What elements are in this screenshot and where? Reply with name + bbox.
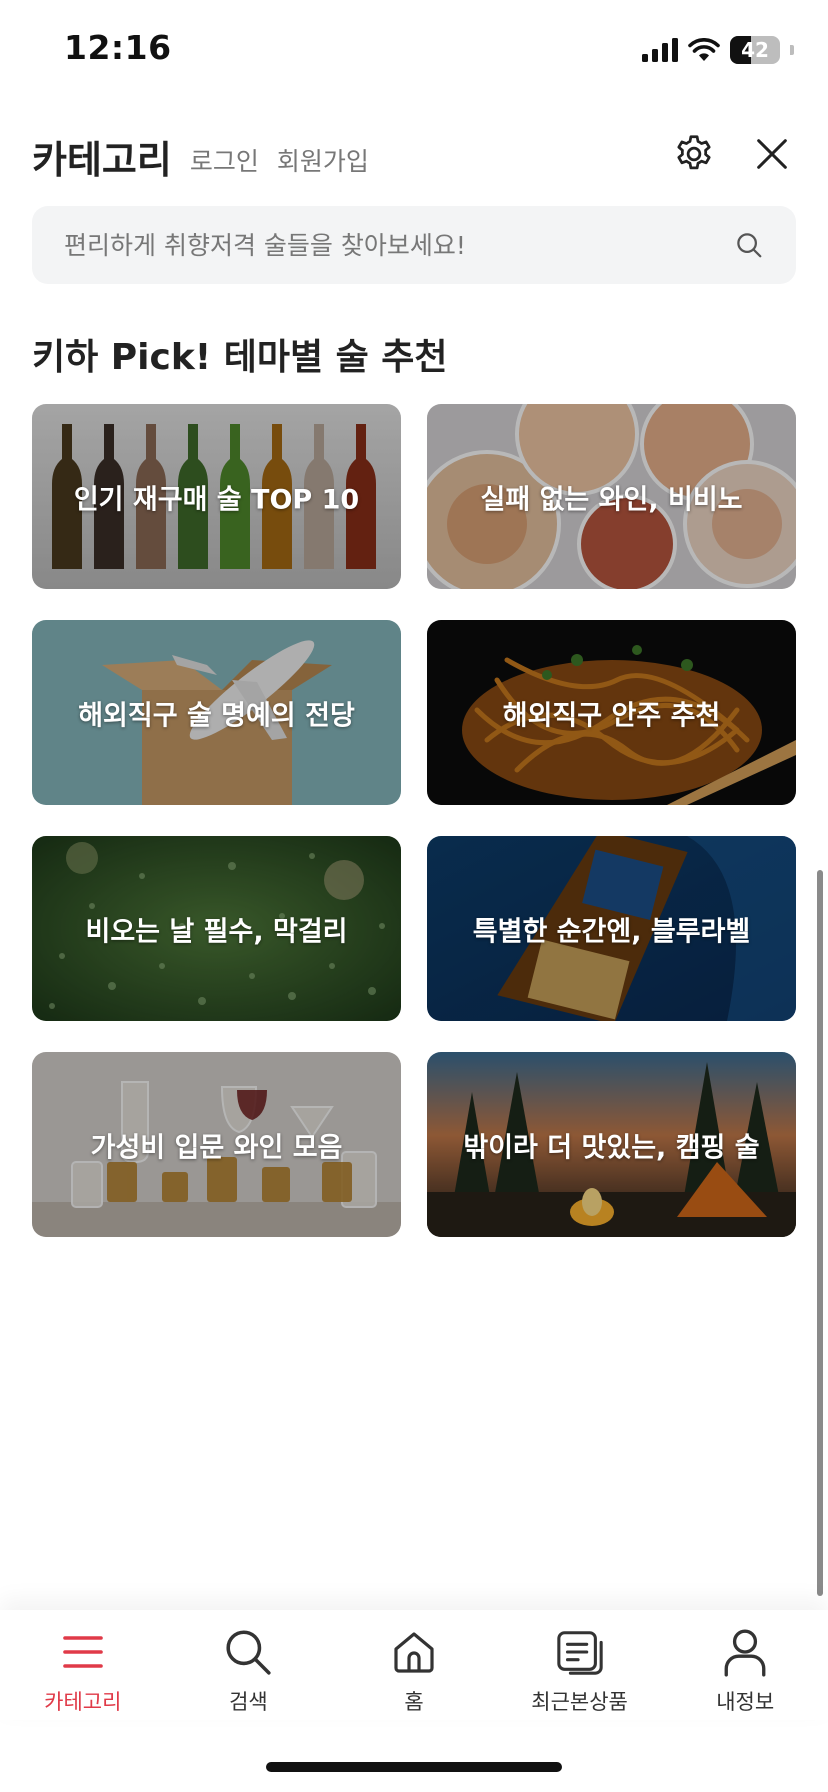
theme-card-rainy-day-makgeolli[interactable]: 비오는 날 필수, 막걸리 [32, 836, 401, 1021]
recent-items-icon [552, 1624, 608, 1680]
search-icon [220, 1624, 276, 1680]
battery-cap [790, 45, 794, 55]
theme-card-direct-import-snacks[interactable]: 해외직구 안주 추천 [427, 620, 796, 805]
header-actions [670, 130, 796, 178]
wifi-icon [688, 38, 720, 61]
signup-link[interactable]: 회원가입 [277, 142, 369, 178]
status-bar: 12:16 42 [0, 0, 828, 100]
close-icon [757, 139, 787, 169]
theme-card-label: 해외직구 술 명예의 전당 [78, 700, 355, 731]
category-header: 카테고리 로그인 회원가입 [32, 126, 796, 186]
tab-label: 최근본상품 [531, 1690, 628, 1714]
theme-card-label: 실패 없는 와인, 비비노 [480, 484, 743, 515]
theme-card-label: 해외직구 안주 추천 [502, 700, 721, 731]
close-button[interactable] [748, 130, 796, 178]
gear-icon [677, 135, 711, 170]
menu-icon [55, 1624, 111, 1680]
cellular-signal-icon [642, 38, 678, 62]
profile-icon [717, 1624, 773, 1680]
home-icon [386, 1624, 442, 1680]
page-title: 카테고리 [32, 137, 172, 182]
tab-my-info[interactable]: 내정보 [662, 1610, 828, 1720]
tab-search[interactable]: 검색 [166, 1610, 332, 1720]
section-title: 키하 Pick! 테마별 술 추천 [32, 337, 448, 378]
tab-category[interactable]: 카테고리 [0, 1610, 166, 1720]
tab-recent-items[interactable]: 최근본상품 [497, 1610, 663, 1720]
theme-card-value-wine[interactable]: 가성비 입문 와인 모음 [32, 1052, 401, 1237]
bottom-nav: 카테고리 검색 홈 최근본상품 내정보 [0, 1610, 828, 1720]
battery-percent: 42 [741, 38, 769, 62]
theme-card-label: 밖이라 더 맛있는, 캠핑 술 [463, 1132, 760, 1163]
status-time: 12:16 [64, 28, 172, 67]
home-indicator[interactable] [266, 1762, 562, 1772]
status-icons: 42 [642, 34, 794, 66]
theme-card-label: 비오는 날 필수, 막걸리 [85, 916, 348, 947]
login-link[interactable]: 로그인 [190, 142, 259, 178]
tab-label: 내정보 [716, 1690, 775, 1714]
theme-card-blue-label[interactable]: 특별한 순간엔, 블루라벨 [427, 836, 796, 1021]
theme-card-direct-import-hall-of-fame[interactable]: 해외직구 술 명예의 전당 [32, 620, 401, 805]
tab-label: 홈 [404, 1690, 424, 1714]
tab-home[interactable]: 홈 [331, 1610, 497, 1720]
battery-icon: 42 [730, 36, 780, 64]
theme-card-label: 특별한 순간엔, 블루라벨 [472, 916, 751, 947]
tab-label: 검색 [229, 1690, 268, 1714]
theme-card-vivino-wine[interactable]: 실패 없는 와인, 비비노 [427, 404, 796, 589]
tab-label: 카테고리 [44, 1690, 122, 1714]
search-bar [32, 206, 796, 284]
theme-card-camping-drinks[interactable]: 밖이라 더 맛있는, 캠핑 술 [427, 1052, 796, 1237]
theme-card-popular-reorder[interactable]: 인기 재구매 술 TOP 10 [32, 404, 401, 589]
settings-button[interactable] [670, 130, 718, 178]
search-input[interactable] [64, 230, 734, 260]
scrollbar[interactable] [817, 870, 823, 1596]
theme-card-label: 가성비 입문 와인 모음 [90, 1132, 343, 1163]
theme-card-label: 인기 재구매 술 TOP 10 [73, 484, 360, 515]
search-icon[interactable] [734, 230, 764, 260]
theme-grid: 인기 재구매 술 TOP 10 실패 없는 와인, 비비노 해외직구 술 명예의… [32, 404, 796, 1237]
